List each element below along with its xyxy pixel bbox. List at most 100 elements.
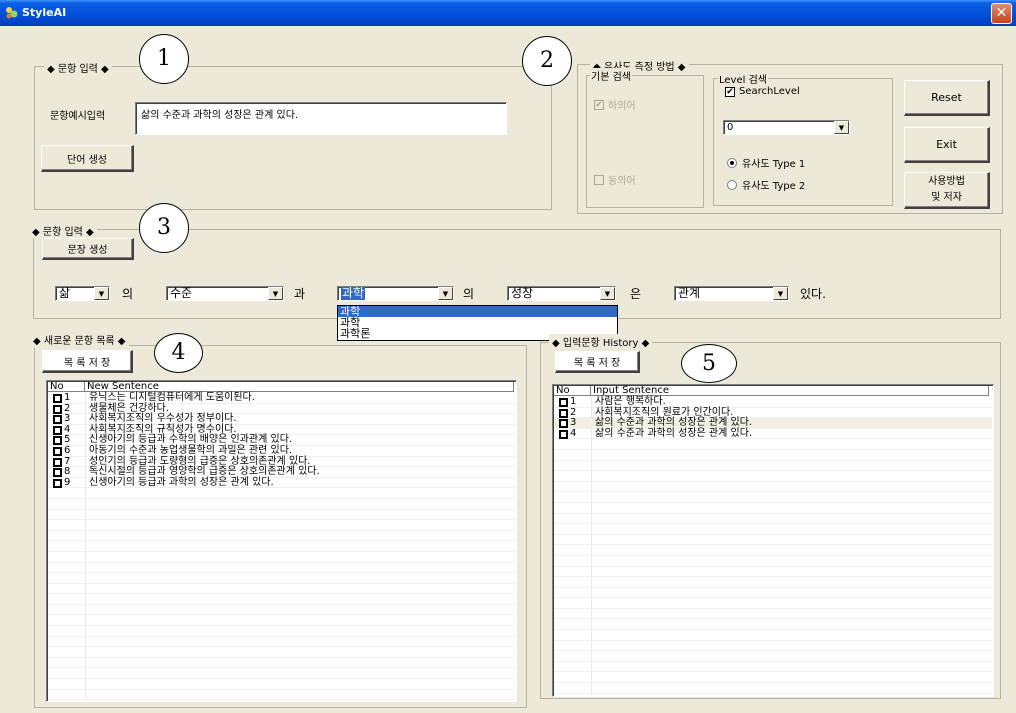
table-row[interactable] — [554, 461, 992, 472]
table-row[interactable] — [48, 594, 515, 605]
table-row[interactable] — [48, 679, 515, 690]
word-select-3[interactable]: 과학 ▼ — [337, 286, 454, 301]
example-input[interactable]: 삶의 수준과 과학의 성장은 관계 있다. — [135, 102, 507, 135]
input-history-list[interactable]: No Input Sentence 1 사람은 행복하다. 2 사회복지조직의 원료가… — [552, 384, 994, 697]
row-checkbox[interactable] — [53, 457, 62, 467]
close-button[interactable]: ✕ — [991, 3, 1012, 24]
row-checkbox[interactable] — [53, 425, 62, 435]
reset-button[interactable]: Reset — [904, 80, 990, 116]
table-row[interactable] — [48, 605, 515, 616]
word-select-5[interactable]: 관계 ▼ — [674, 286, 789, 301]
table-row[interactable] — [554, 439, 992, 450]
hyponym-checkbox[interactable]: ✔ 하의어 — [594, 97, 636, 112]
table-row[interactable] — [48, 541, 515, 552]
table-row[interactable] — [48, 647, 515, 658]
synonym-checkbox[interactable]: 동의어 — [594, 172, 636, 187]
row-checkbox[interactable] — [53, 394, 62, 403]
row-checkbox[interactable] — [53, 468, 62, 478]
word-select-1-chevron-down-icon[interactable]: ▼ — [94, 287, 109, 300]
exit-button[interactable]: Exit — [904, 127, 990, 163]
row-checkbox[interactable] — [559, 408, 568, 418]
row-number-cell — [554, 630, 591, 640]
table-row[interactable]: 9 신생아기의 등급과 과학의 성장은 관계 있다. — [48, 477, 515, 489]
table-row[interactable] — [48, 573, 515, 584]
table-row[interactable] — [48, 499, 515, 510]
table-row[interactable] — [554, 567, 992, 578]
word-select-2-chevron-down-icon[interactable]: ▼ — [268, 287, 283, 300]
row-checkbox[interactable] — [53, 478, 62, 488]
word-select-4[interactable]: 성장 ▼ — [507, 286, 616, 301]
table-row[interactable] — [554, 619, 992, 631]
table-row[interactable] — [554, 545, 992, 556]
table-row[interactable] — [48, 552, 515, 563]
table-row[interactable] — [554, 514, 992, 525]
row-sentence-cell: 사회복지조직의 우수성가 정부이다. — [89, 413, 237, 425]
word-select-3-chevron-down-icon[interactable]: ▼ — [438, 287, 453, 300]
dropdown-option-2[interactable]: 과학 — [338, 317, 617, 328]
table-row[interactable] — [48, 520, 515, 531]
col-no[interactable]: No — [48, 382, 85, 392]
word-select-5-chevron-down-icon[interactable]: ▼ — [773, 287, 788, 300]
table-row[interactable]: 1 유닉스는 디지털컴퓨터에게 도움이된다. — [48, 392, 515, 404]
table-row[interactable] — [48, 658, 515, 669]
level-select[interactable]: 0 ▼ — [723, 120, 850, 135]
word-select-4-chevron-down-icon[interactable]: ▼ — [600, 287, 615, 300]
generate-sentence-button[interactable]: 문장 생성 — [42, 238, 134, 260]
dropdown-option-1[interactable]: 과학 — [338, 306, 617, 317]
table-row[interactable] — [554, 609, 992, 620]
table-row[interactable] — [554, 598, 992, 609]
row-checkbox[interactable] — [559, 419, 568, 429]
table-row[interactable] — [48, 510, 515, 521]
table-row[interactable]: 6 아동기의 수준과 농업생물학의 과밀은 관련 있다. — [48, 445, 515, 457]
col-new-sentence[interactable]: New Sentence — [85, 382, 514, 392]
table-row[interactable] — [554, 450, 992, 461]
table-row[interactable] — [48, 690, 515, 701]
row-sentence-cell — [591, 651, 595, 661]
table-row[interactable] — [554, 471, 992, 482]
col-input-sentence[interactable]: Input Sentence — [591, 386, 989, 396]
row-checkbox[interactable] — [559, 429, 568, 439]
table-row[interactable] — [48, 615, 515, 627]
table-row[interactable] — [48, 668, 515, 680]
new-sentence-list[interactable]: No New Sentence 1 유닉스는 디지털컴퓨터에게 도움이된다. 2 생물… — [46, 380, 517, 702]
row-checkbox[interactable] — [53, 404, 62, 414]
usage-button[interactable]: 사용방법 및 저자 — [904, 172, 990, 209]
save-new-list-button[interactable]: 목 록 저 장 — [42, 350, 133, 373]
table-row[interactable] — [554, 482, 992, 493]
row-checkbox[interactable] — [53, 436, 62, 446]
type1-radio[interactable]: 유사도 Type 1 — [727, 155, 805, 170]
level-chevron-down-icon[interactable]: ▼ — [834, 121, 849, 134]
row-checkbox[interactable] — [53, 446, 62, 456]
table-row[interactable] — [554, 577, 992, 588]
table-row[interactable] — [554, 662, 992, 673]
table-row[interactable] — [48, 637, 515, 648]
type2-radio[interactable]: 유사도 Type 2 — [727, 177, 805, 192]
table-row[interactable] — [48, 626, 515, 637]
table-row[interactable] — [554, 503, 992, 514]
table-row[interactable] — [48, 488, 515, 499]
table-row[interactable] — [554, 683, 992, 694]
table-row[interactable] — [48, 584, 515, 595]
generate-words-button[interactable]: 단어 생성 — [41, 145, 134, 172]
col-no[interactable]: No — [554, 386, 591, 396]
table-row[interactable] — [554, 672, 992, 684]
table-row[interactable]: 4 삶의 수준과 과학의 성장은 관계 있다. — [554, 428, 992, 440]
table-row[interactable]: 1 사람은 행복하다. — [554, 396, 992, 408]
table-row[interactable] — [554, 651, 992, 662]
table-row[interactable] — [554, 588, 992, 599]
search-level-checkbox[interactable]: ✔ SearchLevel — [725, 86, 800, 97]
table-row[interactable] — [48, 531, 515, 542]
table-row[interactable] — [554, 556, 992, 567]
table-row[interactable] — [554, 524, 992, 535]
row-checkbox[interactable] — [559, 398, 568, 407]
table-row[interactable] — [554, 535, 992, 546]
table-row[interactable] — [554, 630, 992, 641]
word-select-2[interactable]: 수준 ▼ — [166, 286, 284, 301]
table-row[interactable] — [554, 492, 992, 503]
row-number-cell — [48, 520, 85, 530]
word-select-1[interactable]: 삶 ▼ — [55, 286, 110, 301]
save-history-list-button[interactable]: 목 록 저 장 — [555, 351, 640, 373]
table-row[interactable] — [554, 641, 992, 652]
table-row[interactable] — [48, 563, 515, 574]
row-checkbox[interactable] — [53, 415, 62, 425]
